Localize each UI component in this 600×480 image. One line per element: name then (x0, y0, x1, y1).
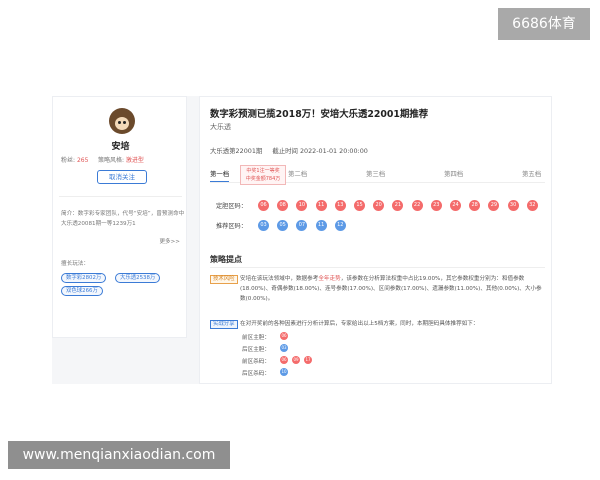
tag-double-color[interactable]: 双色球266万 (61, 286, 103, 296)
tab-tier-3[interactable]: 第三档 (366, 169, 385, 178)
tip-line-1: 中奖1注一等奖 (246, 168, 280, 174)
profile-card: 安培 粉丝: 265 策略风格: 激进型 取消关注 简介：数字彩专家团队，代号“… (52, 96, 187, 338)
tag-super-lotto[interactable]: 大乐透2538万 (115, 273, 161, 283)
back-zone-label: 推荐区码： (216, 223, 247, 230)
front-ball: 20 (373, 200, 385, 211)
article-author: 大乐透 (210, 123, 231, 131)
badge-technical: 技术风险 (210, 275, 238, 284)
fans-value: 265 (76, 157, 89, 164)
tags-label: 擅长玩法： (61, 261, 89, 267)
watermark-bottom: www.menqianxiaodian.com (8, 441, 230, 469)
section-divider (210, 267, 545, 268)
style-label: 策略风格: (97, 157, 124, 164)
front-ball: 08 (277, 200, 289, 211)
style-value: 激进型 (125, 157, 144, 164)
issue-label: 大乐透第22001期 (210, 147, 263, 155)
profile-stats: 粉丝: 265 策略风格: 激进型 (61, 155, 185, 164)
para1-a: 安培在该玩法领域中，数据参考 (240, 276, 319, 282)
tab-tier-5[interactable]: 第五档 (522, 169, 541, 178)
front-ball: 28 (469, 200, 481, 211)
unfollow-button[interactable]: 取消关注 (97, 170, 147, 184)
practice-paragraph: 在对开奖前的各种因素进行分析计算后，专家给出以上5档方案，同时，本期胆码具体推荐… (240, 321, 479, 327)
tab-tier-2[interactable]: 第二档 (288, 169, 307, 178)
back-ball: 05 (277, 220, 289, 231)
para1-highlight: 全年走势 (318, 276, 341, 282)
avatar[interactable] (109, 108, 135, 134)
section-title: 策略提点 (210, 255, 242, 264)
strategy-paragraph: 安培在该玩法领域中，数据参考全年走势，该参数在分析算法权重中占比19.00%，其… (240, 274, 542, 304)
key-ball: 10 (280, 368, 288, 376)
fans-label: 粉丝: (61, 157, 76, 164)
front-ball: 13 (334, 200, 346, 211)
front-ball: 30 (507, 200, 519, 211)
tab-tier-4[interactable]: 第四档 (444, 169, 463, 178)
front-ball: 29 (488, 200, 500, 211)
front-zone-label: 定胆区码： (216, 203, 247, 210)
key-ball: 06 (280, 332, 288, 340)
profile-intro: 简介：数字彩专家团队，代号“安培”，曾预测命中大乐透20081期一等1239万1 (61, 211, 185, 227)
avatar-eye-right (123, 121, 126, 124)
article-meta: 大乐透第22001期 截止时间 2022-01-01 20:00:00 (210, 146, 368, 155)
avatar-eye-left (118, 121, 121, 124)
tip-line-2: 中奖金额784万 (245, 176, 281, 182)
page: 6686体育 安培 粉丝: 265 策略风格: 激进型 取消关注 简介：数字彩专… (0, 0, 600, 480)
front-ball: 15 (354, 200, 365, 211)
front-ball: 11 (315, 200, 327, 211)
key-ball: 17 (304, 356, 312, 364)
tag-digital-lottery[interactable]: 数字彩2802万 (61, 273, 107, 283)
back-ball: 12 (334, 220, 346, 231)
win-tooltip: 中奖1注一等奖 中奖金额784万 (240, 165, 286, 185)
front-ball: 23 (430, 200, 442, 211)
key-ball: 09 (292, 356, 300, 364)
profile-name: 安培 (111, 142, 130, 152)
back-ball: 07 (296, 220, 308, 231)
article-title: 数字彩预测已揽2018万！安培大乐透22001期推荐 (210, 109, 429, 120)
front-ball: 32 (526, 200, 538, 211)
front-ball: 24 (450, 200, 461, 211)
front-ball: 06 (258, 200, 269, 211)
tab-tier-1[interactable]: 第一档 (210, 169, 230, 182)
avatar-face (115, 117, 129, 130)
article-panel: 数字彩预测已揽2018万！安培大乐透22001期推荐 大乐透 大乐透第22001… (199, 96, 552, 384)
watermark-top: 6686体育 (498, 8, 590, 40)
front-ball: 21 (392, 200, 404, 211)
deadline-value: 2022-01-01 20:00:00 (299, 147, 368, 155)
key-row-label: 后区主胆： (242, 347, 270, 353)
back-ball: 11 (315, 220, 327, 231)
key-row-label: 前区杀码： (242, 359, 270, 365)
key-row-label: 后区杀码： (242, 371, 270, 377)
key-ball: 03 (280, 344, 288, 352)
key-row-label: 前区主胆： (242, 335, 270, 341)
deadline-label: 截止时间 (272, 147, 298, 155)
back-ball: 03 (258, 220, 269, 231)
badge-practice: 实战分享 (210, 320, 238, 329)
screenshot-region: 安培 粉丝: 265 策略风格: 激进型 取消关注 简介：数字彩专家团队，代号“… (52, 96, 552, 384)
front-ball: 22 (411, 200, 423, 211)
more-link[interactable]: 更多>> (159, 237, 180, 245)
key-ball: 06 (280, 356, 288, 364)
card-divider (59, 196, 182, 197)
front-ball: 10 (296, 200, 308, 211)
